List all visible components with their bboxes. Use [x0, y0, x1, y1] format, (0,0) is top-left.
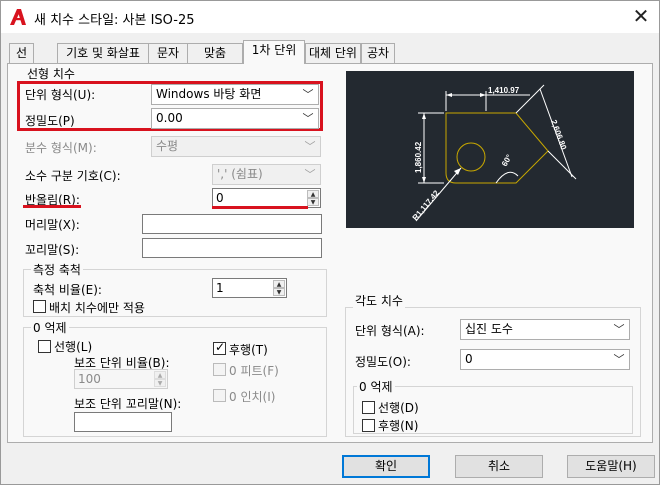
chevron-down-icon: ﹀: [613, 323, 625, 336]
preview-dim-angle: 60°: [500, 153, 514, 168]
unit-format-value: Windows 바탕 화면: [156, 87, 262, 101]
angular-dimensions-title: 각도 치수: [353, 292, 405, 309]
decimal-separator-label: 소수 구분 기호(C):: [25, 169, 121, 183]
zero-suppression-title: 0 억제: [31, 319, 69, 336]
tab-alternate-units[interactable]: 대체 단위: [305, 43, 361, 63]
suffix-input[interactable]: [142, 238, 322, 258]
angular-precision-label: 정밀도(O):: [355, 355, 411, 369]
layout-only-checkbox[interactable]: [33, 300, 46, 313]
precision-value: 0.00: [156, 111, 183, 125]
spin-down-icon[interactable]: ▼: [307, 198, 319, 206]
preview-dim-radius: R1,117.42: [411, 188, 442, 222]
angular-zero-suppression-title: 0 억제: [357, 378, 395, 395]
chevron-down-icon: ﹀: [613, 353, 625, 366]
decimal-separator-value: ',' (쉼표): [217, 167, 263, 181]
layout-only-label: 배치 치수에만 적용: [49, 301, 145, 315]
unit-format-select[interactable]: Windows 바탕 화면 ﹀: [151, 84, 319, 105]
chevron-down-icon: ﹀: [304, 168, 316, 181]
close-button[interactable]: ✕: [623, 1, 659, 33]
help-button[interactable]: 도움말(H): [567, 455, 655, 478]
scale-factor-input[interactable]: 1 ▲ ▼: [212, 278, 287, 298]
chevron-down-icon: ﹀: [302, 112, 314, 125]
ok-button[interactable]: 확인: [342, 455, 430, 478]
roundoff-input-underline: [212, 206, 308, 209]
sub-unit-suffix-label: 보조 단위 꼬리말(N):: [74, 397, 182, 411]
preview-dim-right: 2,606.80: [549, 119, 568, 152]
sub-unit-factor-spinner[interactable]: ▲ ▼: [154, 371, 166, 387]
preview-dim-left: 1,860.42: [414, 141, 423, 173]
trailing-label: 후행(T): [229, 343, 268, 357]
scale-factor-label: 축척 비율(E):: [33, 283, 102, 297]
leading-checkbox[interactable]: [38, 340, 51, 353]
suffix-label: 꼬리말(S):: [25, 243, 80, 257]
roundoff-spinner[interactable]: ▲ ▼: [307, 190, 319, 206]
scale-factor-spinner[interactable]: ▲ ▼: [273, 280, 285, 296]
angular-unit-format-label: 단위 형식(A):: [355, 324, 425, 338]
title-bar: 새 치수 스타일: 사본 ISO-25 ✕: [1, 1, 659, 33]
chevron-down-icon: ﹀: [304, 140, 316, 153]
angular-unit-format-select[interactable]: 십진 도수 ﹀: [460, 319, 630, 340]
preview-drawing: 1,410.97 1,860.42 2,606.80 60° R1,117.42: [411, 84, 577, 222]
leading-label: 선행(L): [54, 340, 93, 354]
preview-dim-top: 1,410.97: [488, 86, 520, 95]
measurement-scale-title: 측정 축척: [31, 261, 83, 278]
sub-unit-suffix-input[interactable]: [74, 412, 172, 432]
precision-select[interactable]: 0.00 ﹀: [151, 108, 319, 129]
tab-fit[interactable]: 맞춤: [187, 43, 243, 63]
unit-format-label: 단위 형식(U):: [25, 88, 96, 102]
dimension-style-dialog: 새 치수 스타일: 사본 ISO-25 ✕ 선 기호 및 화살표 문자 맞춤 1…: [0, 0, 660, 485]
fraction-format-value: 수평: [156, 139, 179, 153]
tab-text[interactable]: 문자: [148, 43, 188, 63]
spin-up-icon[interactable]: ▲: [307, 190, 319, 198]
tab-symbols-arrows[interactable]: 기호 및 화살표: [57, 43, 149, 63]
feet-label: 0 피트(F): [229, 364, 279, 378]
decimal-separator-select[interactable]: ',' (쉼표) ﹀: [212, 164, 321, 185]
precision-label: 정밀도(P): [25, 114, 75, 128]
fraction-format-select[interactable]: 수평 ﹀: [151, 136, 321, 157]
inches-label: 0 인치(I): [229, 390, 276, 404]
tab-lines[interactable]: 선: [9, 43, 34, 63]
angular-trailing-label: 후행(N): [378, 419, 419, 433]
chevron-down-icon: ﹀: [302, 88, 314, 101]
feet-checkbox[interactable]: [213, 363, 226, 376]
angular-precision-value: 0: [465, 352, 473, 366]
angular-leading-checkbox[interactable]: [362, 401, 375, 414]
angular-unit-format-value: 십진 도수: [465, 322, 513, 336]
linear-dimensions-title: 선형 치수: [25, 65, 77, 82]
roundoff-input[interactable]: 0 ▲ ▼: [212, 188, 321, 208]
spin-up-icon[interactable]: ▲: [154, 371, 166, 379]
angular-trailing-checkbox[interactable]: [362, 419, 375, 432]
sub-unit-factor-value: 100: [78, 372, 101, 386]
angular-precision-select[interactable]: 0 ﹀: [460, 349, 630, 370]
spin-down-icon[interactable]: ▼: [154, 379, 166, 387]
prefix-label: 머리말(X):: [25, 218, 80, 232]
autocad-logo-icon: [10, 9, 26, 25]
window-title: 새 치수 스타일: 사본 ISO-25: [34, 13, 195, 28]
inches-checkbox[interactable]: [213, 389, 226, 402]
spin-up-icon[interactable]: ▲: [273, 280, 285, 288]
angular-leading-label: 선행(D): [378, 401, 419, 415]
sub-unit-factor-input[interactable]: 100 ▲ ▼: [74, 369, 168, 389]
prefix-input[interactable]: [142, 214, 322, 234]
cancel-button[interactable]: 취소: [455, 455, 543, 478]
fraction-format-label: 분수 형식(M):: [25, 141, 97, 155]
tab-tolerances[interactable]: 공차: [361, 43, 395, 63]
roundoff-label-underline: [23, 205, 81, 208]
roundoff-value: 0: [216, 191, 224, 205]
scale-factor-value: 1: [216, 281, 224, 295]
spin-down-icon[interactable]: ▼: [273, 288, 285, 296]
dimension-preview: 1,410.97 1,860.42 2,606.80 60° R1,117.42: [346, 71, 634, 228]
trailing-checkbox[interactable]: [213, 340, 226, 355]
tab-primary-units[interactable]: 1차 단위: [243, 40, 305, 64]
